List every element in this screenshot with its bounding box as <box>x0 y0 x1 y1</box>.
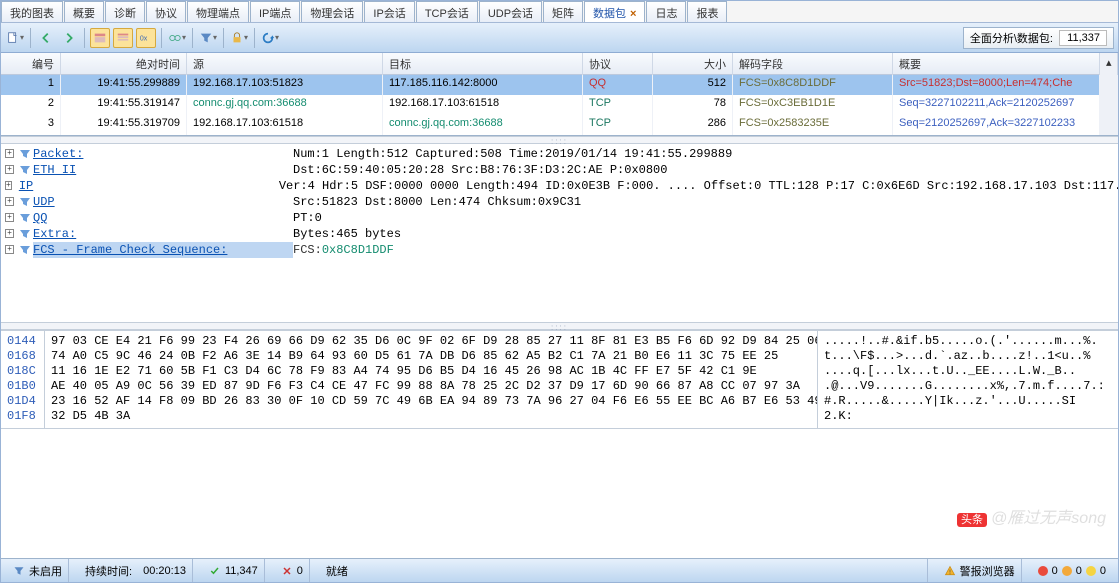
col-proto[interactable]: 协议 <box>583 53 653 75</box>
close-icon[interactable]: × <box>630 8 636 20</box>
filter-icon[interactable]: ▾ <box>198 28 218 48</box>
funnel-small-icon <box>19 164 31 176</box>
packet-total: 11,347 <box>203 559 265 582</box>
ready-status: 就绪 <box>320 559 928 582</box>
tree-node[interactable]: +QQPT:0 <box>5 210 1114 226</box>
tab-diagnosis[interactable]: 诊断 <box>105 1 145 22</box>
hex-view: 0144 0168 018C 01B0 01D4 01F8 97 03 CE E… <box>1 330 1118 428</box>
funnel-small-icon <box>19 148 31 160</box>
tab-protocol[interactable]: 协议 <box>146 1 186 22</box>
grid-body: 119:41:55.299889192.168.17.103:51823117.… <box>1 75 1118 135</box>
duration: 持续时间: 00:20:13 <box>79 559 193 582</box>
scroll-up-icon[interactable]: ▴ <box>1100 53 1118 75</box>
tab-packets[interactable]: 数据包× <box>584 1 645 22</box>
packet-count-box: 全面分析\数据包: 11,337 <box>963 27 1114 49</box>
tab-phys-session[interactable]: 物理会话 <box>301 1 363 22</box>
main-tabs: 我的图表 概要 诊断 协议 物理端点 IP端点 物理会话 IP会话 TCP会话 … <box>1 1 1118 23</box>
tree-node[interactable]: +UDPSrc:51823 Dst:8000 Len:474 Chksum:0x… <box>5 194 1114 210</box>
grid-header: 编号 绝对时间 源 目标 协议 大小 解码字段 概要 ▴ <box>1 53 1118 75</box>
tab-summary[interactable]: 概要 <box>64 1 104 22</box>
tree-node[interactable]: +Extra:Bytes:465 bytes <box>5 226 1114 242</box>
tab-matrix[interactable]: 矩阵 <box>543 1 583 22</box>
protocol-tree: +Packet:Num:1 Length:512 Captured:508 Ti… <box>1 144 1118 322</box>
col-size[interactable]: 大小 <box>653 53 733 75</box>
dot-red-icon <box>1038 566 1048 576</box>
tree-node[interactable]: +FCS - Frame Check Sequence:FCS:0x8C8D1D… <box>5 242 1114 258</box>
back-icon[interactable] <box>36 28 56 48</box>
plus-icon[interactable]: + <box>5 149 14 158</box>
table-row[interactable]: 119:41:55.299889192.168.17.103:51823117.… <box>1 75 1118 95</box>
lock-icon[interactable]: ▾ <box>229 28 249 48</box>
count-label: 全面分析\数据包: <box>970 30 1053 46</box>
plus-icon[interactable]: + <box>5 197 14 206</box>
tab-report[interactable]: 报表 <box>687 1 727 22</box>
plus-icon[interactable]: + <box>5 181 12 190</box>
funnel-small-icon <box>19 244 31 256</box>
plus-icon[interactable]: + <box>5 165 14 174</box>
view-detail-icon[interactable] <box>90 28 110 48</box>
col-dst[interactable]: 目标 <box>383 53 583 75</box>
table-row[interactable]: 319:41:55.319709192.168.17.103:61518conn… <box>1 115 1118 135</box>
plus-icon[interactable]: + <box>5 245 14 254</box>
col-time[interactable]: 绝对时间 <box>61 53 187 75</box>
hex-ascii: .....!..#.&if.b5.....o.(.'......m...%. t… <box>818 331 1118 428</box>
refresh-icon[interactable]: ▾ <box>260 28 280 48</box>
new-doc-icon[interactable]: ▾ <box>5 28 25 48</box>
tab-ip-endpoint[interactable]: IP端点 <box>250 1 300 22</box>
tab-log[interactable]: 日志 <box>646 1 686 22</box>
tree-node[interactable]: +IPVer:4 Hdr:5 DSF:0000 0000 Length:494 … <box>5 178 1114 194</box>
svg-text:0x: 0x <box>140 35 148 42</box>
funnel-small-icon <box>19 228 31 240</box>
funnel-small-icon <box>19 196 31 208</box>
check-green-icon <box>209 565 221 577</box>
error-total: 0 <box>275 559 310 582</box>
alarm-counts: 0 0 0 <box>1032 559 1112 582</box>
statusbar: 未启用 持续时间: 00:20:13 11,347 0 就绪 警报浏览器 0 0… <box>1 558 1118 582</box>
linked-icon[interactable]: ▾ <box>167 28 187 48</box>
tab-tcp-session[interactable]: TCP会话 <box>416 1 478 22</box>
hex-offsets: 0144 0168 018C 01B0 01D4 01F8 <box>1 331 44 428</box>
filter-status[interactable]: 未启用 <box>7 559 69 582</box>
plus-icon[interactable]: + <box>5 229 14 238</box>
toolbar: ▾ 0x ▾ ▾ ▾ ▾ 全面分析\数据包: 11,337 <box>1 23 1118 53</box>
view-hex-icon[interactable]: 0x <box>136 28 156 48</box>
forward-icon[interactable] <box>59 28 79 48</box>
funnel-icon <box>13 565 25 577</box>
view-compact-icon[interactable] <box>113 28 133 48</box>
splitter-2[interactable]: :::: <box>1 322 1118 330</box>
funnel-small-icon <box>19 212 31 224</box>
tab-ip-session[interactable]: IP会话 <box>364 1 414 22</box>
table-row[interactable]: 219:41:55.319147connc.gj.qq.com:36688192… <box>1 95 1118 115</box>
x-red-icon <box>281 565 293 577</box>
col-summary[interactable]: 概要 <box>893 53 1100 75</box>
alert-icon <box>944 565 956 577</box>
tree-node[interactable]: +ETH IIDst:6C:59:40:05:20:28 Src:B8:76:3… <box>5 162 1114 178</box>
tree-node[interactable]: +Packet:Num:1 Length:512 Captured:508 Ti… <box>5 146 1114 162</box>
packet-grid: 编号 绝对时间 源 目标 协议 大小 解码字段 概要 ▴ 119:41:55.2… <box>1 53 1118 136</box>
plus-icon[interactable]: + <box>5 213 14 222</box>
hex-bytes[interactable]: 97 03 CE E4 21 F6 99 23 F4 26 69 66 D9 6… <box>45 331 817 428</box>
tab-udp-session[interactable]: UDP会话 <box>479 1 542 22</box>
alarm-browser[interactable]: 警报浏览器 <box>938 559 1022 582</box>
tab-mycharts[interactable]: 我的图表 <box>1 1 63 22</box>
col-num[interactable]: 编号 <box>1 53 61 75</box>
count-value: 11,337 <box>1059 30 1107 46</box>
col-decode[interactable]: 解码字段 <box>733 53 893 75</box>
splitter-1[interactable]: :::: <box>1 136 1118 144</box>
col-src[interactable]: 源 <box>187 53 383 75</box>
dot-yellow-icon <box>1086 566 1096 576</box>
dot-orange-icon <box>1062 566 1072 576</box>
watermark: 头条@雁过无声song <box>957 504 1106 528</box>
tab-phys-endpoint[interactable]: 物理端点 <box>187 1 249 22</box>
